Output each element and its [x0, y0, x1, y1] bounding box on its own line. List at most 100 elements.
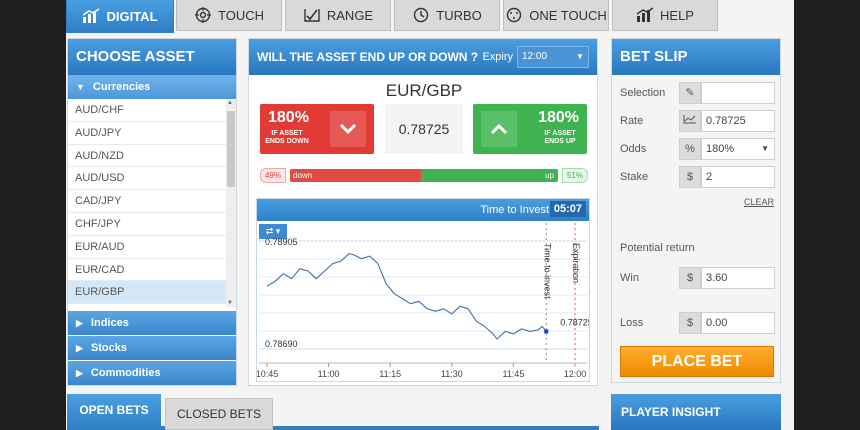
- up-button[interactable]: 180% IF ASSET ENDS UP: [473, 104, 587, 154]
- stake-row: Stake $ 2: [620, 166, 775, 188]
- chevron-down-icon: ▼: [76, 82, 85, 92]
- time-to-invest-label: Time to Invest: [480, 204, 549, 216]
- category-commodities[interactable]: ▶ Commodities: [68, 361, 236, 385]
- tab-label: TOUCH: [218, 7, 264, 23]
- tab-digital[interactable]: DIGITAL: [66, 0, 174, 33]
- x-tick-label: 11:30: [441, 369, 463, 379]
- chevron-down-icon: ▼: [761, 144, 769, 153]
- marker-label: Expiration: [571, 243, 581, 283]
- loss-label: Loss: [620, 317, 644, 329]
- down-payout: 180%: [268, 109, 309, 126]
- clock-icon: [414, 7, 429, 23]
- bar-chart-icon: [83, 8, 100, 23]
- list-item-selected[interactable]: EUR/GBP: [68, 281, 226, 305]
- pencil-icon: ✎: [679, 82, 701, 104]
- chevron-right-icon: ▶: [76, 343, 83, 353]
- category-label: Currencies: [92, 81, 151, 93]
- list-item[interactable]: AUD/CHF: [68, 99, 226, 122]
- sentiment-bar: 49% down up 51%: [260, 168, 588, 183]
- sentiment-down-label: down: [293, 171, 313, 180]
- tab-turbo[interactable]: TURBO: [394, 0, 500, 31]
- tab-range[interactable]: RANGE: [285, 0, 391, 31]
- odds-value: 180%: [706, 143, 735, 155]
- sentiment-up-pct: 51%: [562, 168, 588, 183]
- asset-list-scrollbar[interactable]: ▲ ▼: [226, 99, 236, 307]
- expiry-label: Expiry: [482, 51, 513, 63]
- tab-label: HELP: [660, 7, 694, 23]
- odds-select[interactable]: 180% ▼: [701, 138, 775, 160]
- list-item[interactable]: EUR/CAD: [68, 259, 226, 282]
- dollar-icon: $: [679, 166, 701, 188]
- down-caption: IF ASSET ENDS DOWN: [265, 130, 309, 145]
- tab-touch[interactable]: TOUCH: [176, 0, 282, 31]
- tab-open-bets[interactable]: OPEN BETS: [67, 394, 161, 430]
- list-item[interactable]: AUD/NZD: [68, 145, 226, 168]
- category-currencies[interactable]: ▼ Currencies: [68, 75, 236, 99]
- tab-closed-bets[interactable]: CLOSED BETS: [165, 398, 273, 430]
- scrollbar-thumb[interactable]: [227, 111, 235, 187]
- sentiment-down-pct: 49%: [260, 168, 286, 183]
- sentiment-up-label: up: [545, 171, 554, 180]
- bar-chart-icon: [636, 7, 654, 22]
- rate-row: Rate 0.78725: [620, 110, 775, 132]
- category-label: Stocks: [90, 342, 127, 354]
- scroll-up-icon[interactable]: ▲: [227, 100, 233, 106]
- sentiment-track: down up: [290, 169, 558, 182]
- x-tick-label: 11:00: [318, 369, 340, 379]
- expiry-control: Expiry 12:00 ▼: [482, 46, 589, 68]
- list-item[interactable]: EUR/AUD: [68, 236, 226, 259]
- current-price: 0.78725: [385, 104, 463, 154]
- category-stocks[interactable]: ▶ Stocks: [68, 336, 236, 360]
- asset-panel: CHOOSE ASSET ▼ Currencies AUD/CHF AUD/JPY…: [67, 38, 237, 386]
- trade-panel-title: WILL THE ASSET END UP OR DOWN ?: [257, 50, 479, 64]
- list-item[interactable]: CHF/JPY: [68, 213, 226, 236]
- x-tick-label: 11:15: [379, 369, 401, 379]
- bets-tabs: OPEN BETS CLOSED BETS: [67, 394, 599, 430]
- asset-pair-title: EUR/GBP: [385, 81, 463, 100]
- x-tick-label: 11:45: [502, 369, 524, 379]
- chevron-right-icon: ▶: [76, 368, 83, 378]
- product-tabs: DIGITAL TOUCH RANGE TURBO ONE TOUCH HELP: [66, 0, 794, 33]
- chevron-down-icon: ▼: [576, 52, 584, 61]
- stake-label: Stake: [620, 171, 649, 183]
- last-value-label: 0.78725: [560, 317, 589, 327]
- up-caption: IF ASSET ENDS UP: [544, 130, 576, 145]
- odds-row: Odds % 180% ▼: [620, 138, 775, 160]
- dollar-icon: $: [679, 267, 701, 289]
- category-label: Indices: [90, 317, 129, 329]
- player-insight-header[interactable]: PLAYER INSIGHT: [611, 394, 781, 430]
- category-indices[interactable]: ▶ Indices: [68, 311, 236, 335]
- place-bet-button[interactable]: PLACE BET: [620, 346, 774, 377]
- category-label: Commodities: [90, 367, 161, 379]
- stake-input[interactable]: 2: [701, 166, 775, 188]
- chevron-up-icon: [481, 111, 517, 147]
- win-field: 3.60: [701, 267, 775, 289]
- x-tick-label: 10:45: [257, 369, 278, 379]
- selection-label: Selection: [620, 87, 666, 99]
- expiry-select[interactable]: 12:00 ▼: [517, 46, 589, 68]
- dollar-icon: $: [679, 312, 701, 334]
- list-item[interactable]: AUD/JPY: [68, 122, 226, 145]
- target-icon: [195, 7, 211, 23]
- trade-panel: WILL THE ASSET END UP OR DOWN ? Expiry 1…: [248, 38, 598, 386]
- rate-field[interactable]: 0.78725: [701, 110, 775, 132]
- last-point: [544, 329, 549, 334]
- selection-field[interactable]: [701, 82, 775, 104]
- list-item[interactable]: CAD/JPY: [68, 190, 226, 213]
- tab-label: RANGE: [326, 7, 374, 23]
- tab-help[interactable]: HELP: [612, 0, 718, 31]
- tab-label: TURBO: [436, 7, 482, 23]
- marker-label: Time to invest: [542, 243, 552, 299]
- bet-slip-title: BET SLIP: [612, 39, 780, 75]
- list-item[interactable]: AUD/USD: [68, 167, 226, 191]
- tab-one-touch[interactable]: ONE TOUCH: [503, 0, 609, 31]
- clear-link[interactable]: CLEAR: [744, 197, 774, 207]
- down-button[interactable]: 180% IF ASSET ENDS DOWN: [260, 104, 374, 154]
- chart-canvas: 10:45 11:00 11:15 11:30 11:45 12:00 0.78905 0.7…: [257, 223, 589, 379]
- chevron-right-icon: ▶: [76, 318, 83, 328]
- win-row: Win $ 3.60: [620, 267, 775, 289]
- y-label-high: 0.78905: [265, 237, 298, 247]
- y-label-low: 0.78690: [265, 339, 298, 349]
- scroll-down-icon[interactable]: ▼: [227, 300, 233, 306]
- trading-app: DIGITAL TOUCH RANGE TURBO ONE TOUCH HELP…: [66, 0, 794, 430]
